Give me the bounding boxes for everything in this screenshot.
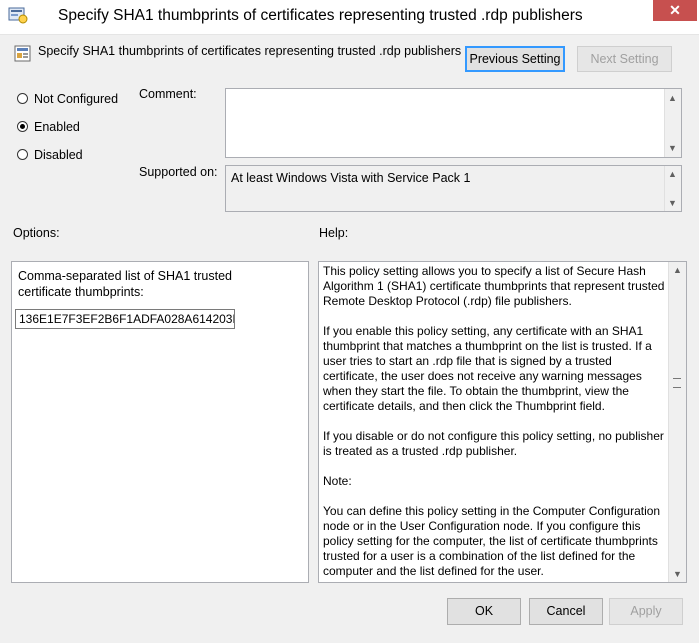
radio-circle[interactable] [17,149,28,160]
supported-on-value: At least Windows Vista with Service Pack… [231,171,471,185]
scroll-down-icon[interactable]: ▼ [670,569,685,579]
radio-circle[interactable] [17,93,28,104]
help-paragraph: You can define this policy setting in th… [323,504,661,578]
supported-on-box: At least Windows Vista with Service Pack… [225,165,682,212]
close-button[interactable]: ✕ [653,0,697,21]
supported-scrollbar[interactable]: ▲ ▼ [664,166,681,211]
comment-textarea[interactable]: ▲ ▼ [225,88,682,158]
scroll-up-icon[interactable]: ▲ [665,93,680,103]
options-panel: Comma-separated list of SHA1 trusted cer… [11,261,309,583]
close-icon: ✕ [669,2,681,18]
scroll-up-icon[interactable]: ▲ [670,265,685,275]
scroll-thumb-grip-icon[interactable] [673,378,681,388]
comment-scrollbar[interactable]: ▲ ▼ [664,89,681,157]
window-title: Specify SHA1 thumbprints of certificates… [58,7,583,24]
policy-app-icon [8,7,28,24]
setting-icon [14,45,31,62]
options-heading: Options: [13,226,60,240]
help-paragraph: If you enable this policy setting, any c… [323,324,652,413]
help-paragraph: This policy setting allows you to specif… [323,264,665,308]
help-heading: Help: [319,226,349,240]
comment-label: Comment: [139,87,197,101]
thumbprints-input[interactable]: 136E1E7F3EF2B6F1ADFA028A614203BD9A [15,309,235,329]
scroll-down-icon[interactable]: ▼ [665,143,680,153]
radio-label: Not Configured [34,92,119,106]
help-text: This policy setting allows you to specif… [323,264,668,594]
cancel-button[interactable]: Cancel [529,598,603,625]
thumbprints-label: Comma-separated list of SHA1 trusted cer… [18,269,232,299]
apply-button[interactable]: Apply [609,598,683,625]
next-setting-button[interactable]: Next Setting [577,46,672,72]
help-paragraph: Note: [323,474,352,488]
supported-on-label: Supported on: [139,165,218,179]
radio-circle-selected[interactable] [17,121,28,132]
scroll-up-icon[interactable]: ▲ [665,169,680,179]
radio-label: Disabled [34,148,83,162]
thumbprints-value: 136E1E7F3EF2B6F1ADFA028A614203BD9A [19,312,234,326]
previous-setting-button[interactable]: Previous Setting [465,46,565,72]
radio-label: Enabled [34,120,80,134]
help-paragraph: If you disable or do not configure this … [323,429,664,458]
help-panel: This policy setting allows you to specif… [318,261,687,583]
scroll-down-icon[interactable]: ▼ [665,198,680,208]
ok-button[interactable]: OK [447,598,521,625]
help-scrollbar[interactable]: ▲ ▼ [668,262,686,582]
setting-name: Specify SHA1 thumbprints of certificates… [38,44,462,58]
